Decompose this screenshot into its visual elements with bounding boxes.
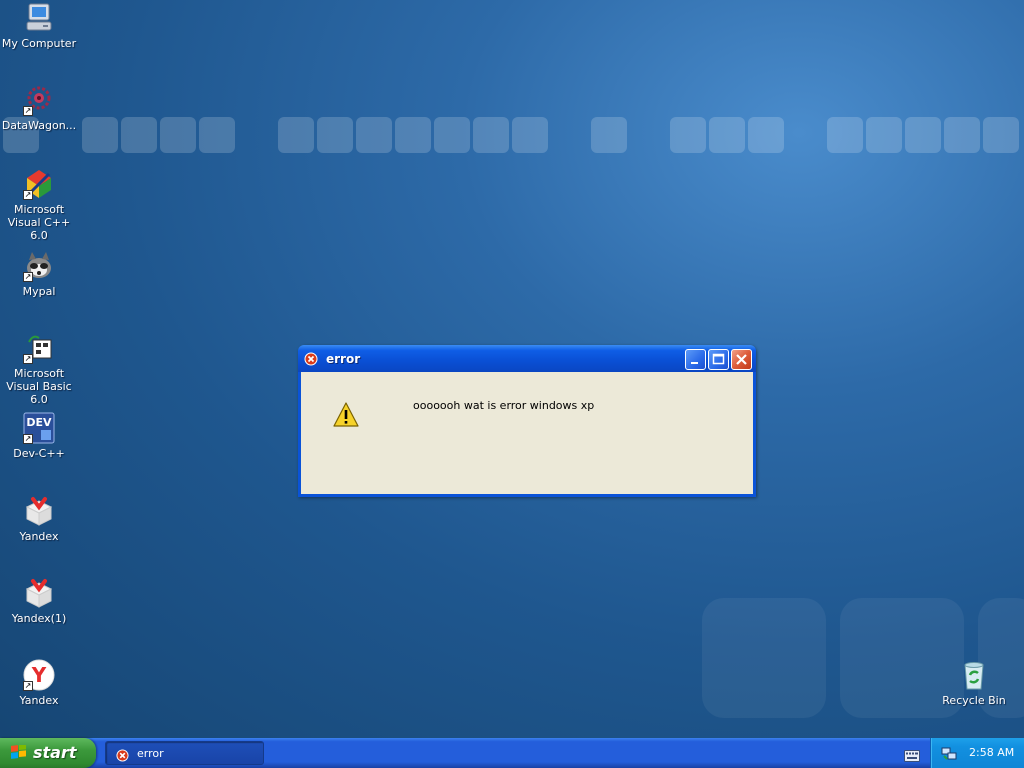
desktop-icon-label: Recycle Bin <box>942 694 1006 707</box>
system-tray: 2:58 AM <box>930 738 1024 768</box>
maximize-icon <box>712 353 725 365</box>
error-dialog[interactable]: error ooooooh wat is error windows xp <box>298 345 756 497</box>
clock[interactable]: 2:58 AM <box>969 746 1014 759</box>
shortcut-arrow-icon: ↗ <box>23 272 33 282</box>
visual-basic-icon: ↗ <box>23 332 55 364</box>
shortcut-arrow-icon: ↗ <box>23 190 33 200</box>
visual-cpp-icon: ↗ <box>23 168 55 200</box>
yandex-icon <box>23 577 55 609</box>
network-icon[interactable] <box>941 746 957 765</box>
desktop-icon-yandex[interactable]: Yandex <box>0 495 78 543</box>
desktop-icon-label: Yandex <box>19 694 59 707</box>
desktop-icon-mypal[interactable]: ↗ Mypal <box>0 250 78 298</box>
desktop-icon-yandex-browser[interactable]: Y ↗ Yandex <box>0 659 78 707</box>
recycle-bin-icon <box>958 659 990 691</box>
error-icon <box>116 747 129 766</box>
yandex-icon <box>23 495 55 527</box>
maximize-button[interactable] <box>708 349 729 370</box>
start-label: start <box>33 743 77 762</box>
shortcut-arrow-icon: ↗ <box>23 681 33 691</box>
my-computer-icon <box>23 2 55 34</box>
desktop-icon-visual-cpp[interactable]: ↗ Microsoft Visual C++ 6.0 <box>0 168 78 242</box>
desktop-icon-datawagon[interactable]: ↗ DataWagon... <box>0 84 78 132</box>
taskbar-button-error[interactable]: error <box>105 741 264 765</box>
dev-cpp-badge: DEV <box>26 416 52 429</box>
keyboard-icon[interactable] <box>904 747 920 766</box>
shortcut-arrow-icon: ↗ <box>23 354 33 364</box>
mypal-icon: ↗ <box>23 250 55 282</box>
desktop-icon-dev-cpp[interactable]: DEV ↗ Dev-C++ <box>0 412 78 460</box>
taskbar: start error 2:58 AM <box>0 738 1024 768</box>
dev-cpp-icon: DEV ↗ <box>23 412 55 444</box>
minimize-icon <box>691 362 698 364</box>
close-icon <box>736 354 747 365</box>
desktop-icon-label: My Computer <box>1 37 77 50</box>
shortcut-arrow-icon: ↗ <box>23 106 33 116</box>
shortcut-arrow-icon: ↗ <box>23 434 33 444</box>
desktop-icon-yandex-1[interactable]: Yandex(1) <box>0 577 78 625</box>
start-button[interactable]: start <box>0 738 96 768</box>
taskbar-button-label: error <box>137 747 164 760</box>
desktop-icon-label: Dev-C++ <box>13 447 65 460</box>
desktop-icon-label: Yandex(1) <box>11 612 67 625</box>
close-button[interactable] <box>731 349 752 370</box>
desktop-icon-label: Microsoft Visual Basic 6.0 <box>6 367 72 406</box>
desktop-icon-visual-basic[interactable]: ↗ Microsoft Visual Basic 6.0 <box>0 332 78 406</box>
wallpaper-tiles <box>0 117 1024 153</box>
error-icon <box>304 351 318 370</box>
wallpaper-tile <box>702 598 826 718</box>
datawagon-icon: ↗ <box>23 84 55 116</box>
dialog-client-area: ooooooh wat is error windows xp <box>301 372 753 494</box>
dialog-message: ooooooh wat is error windows xp <box>413 399 595 412</box>
desktop[interactable]: My Computer ↗ DataWagon... ↗ Microsoft V… <box>0 0 1024 738</box>
desktop-icon-my-computer[interactable]: My Computer <box>0 2 78 50</box>
desktop-icon-label: Yandex <box>19 530 59 543</box>
minimize-button[interactable] <box>685 349 706 370</box>
warning-icon <box>333 402 359 432</box>
yandex-browser-icon: Y ↗ <box>23 659 55 691</box>
desktop-icon-label: Mypal <box>22 285 56 298</box>
desktop-icon-recycle-bin[interactable]: Recycle Bin <box>935 659 1013 707</box>
dialog-titlebar[interactable]: error <box>298 345 756 372</box>
desktop-icon-label: DataWagon... <box>1 119 77 132</box>
desktop-icon-label: Microsoft Visual C++ 6.0 <box>7 203 71 242</box>
dialog-title: error <box>326 352 361 366</box>
yandex-browser-badge: Y <box>31 663 47 687</box>
windows-logo-icon <box>10 743 28 765</box>
